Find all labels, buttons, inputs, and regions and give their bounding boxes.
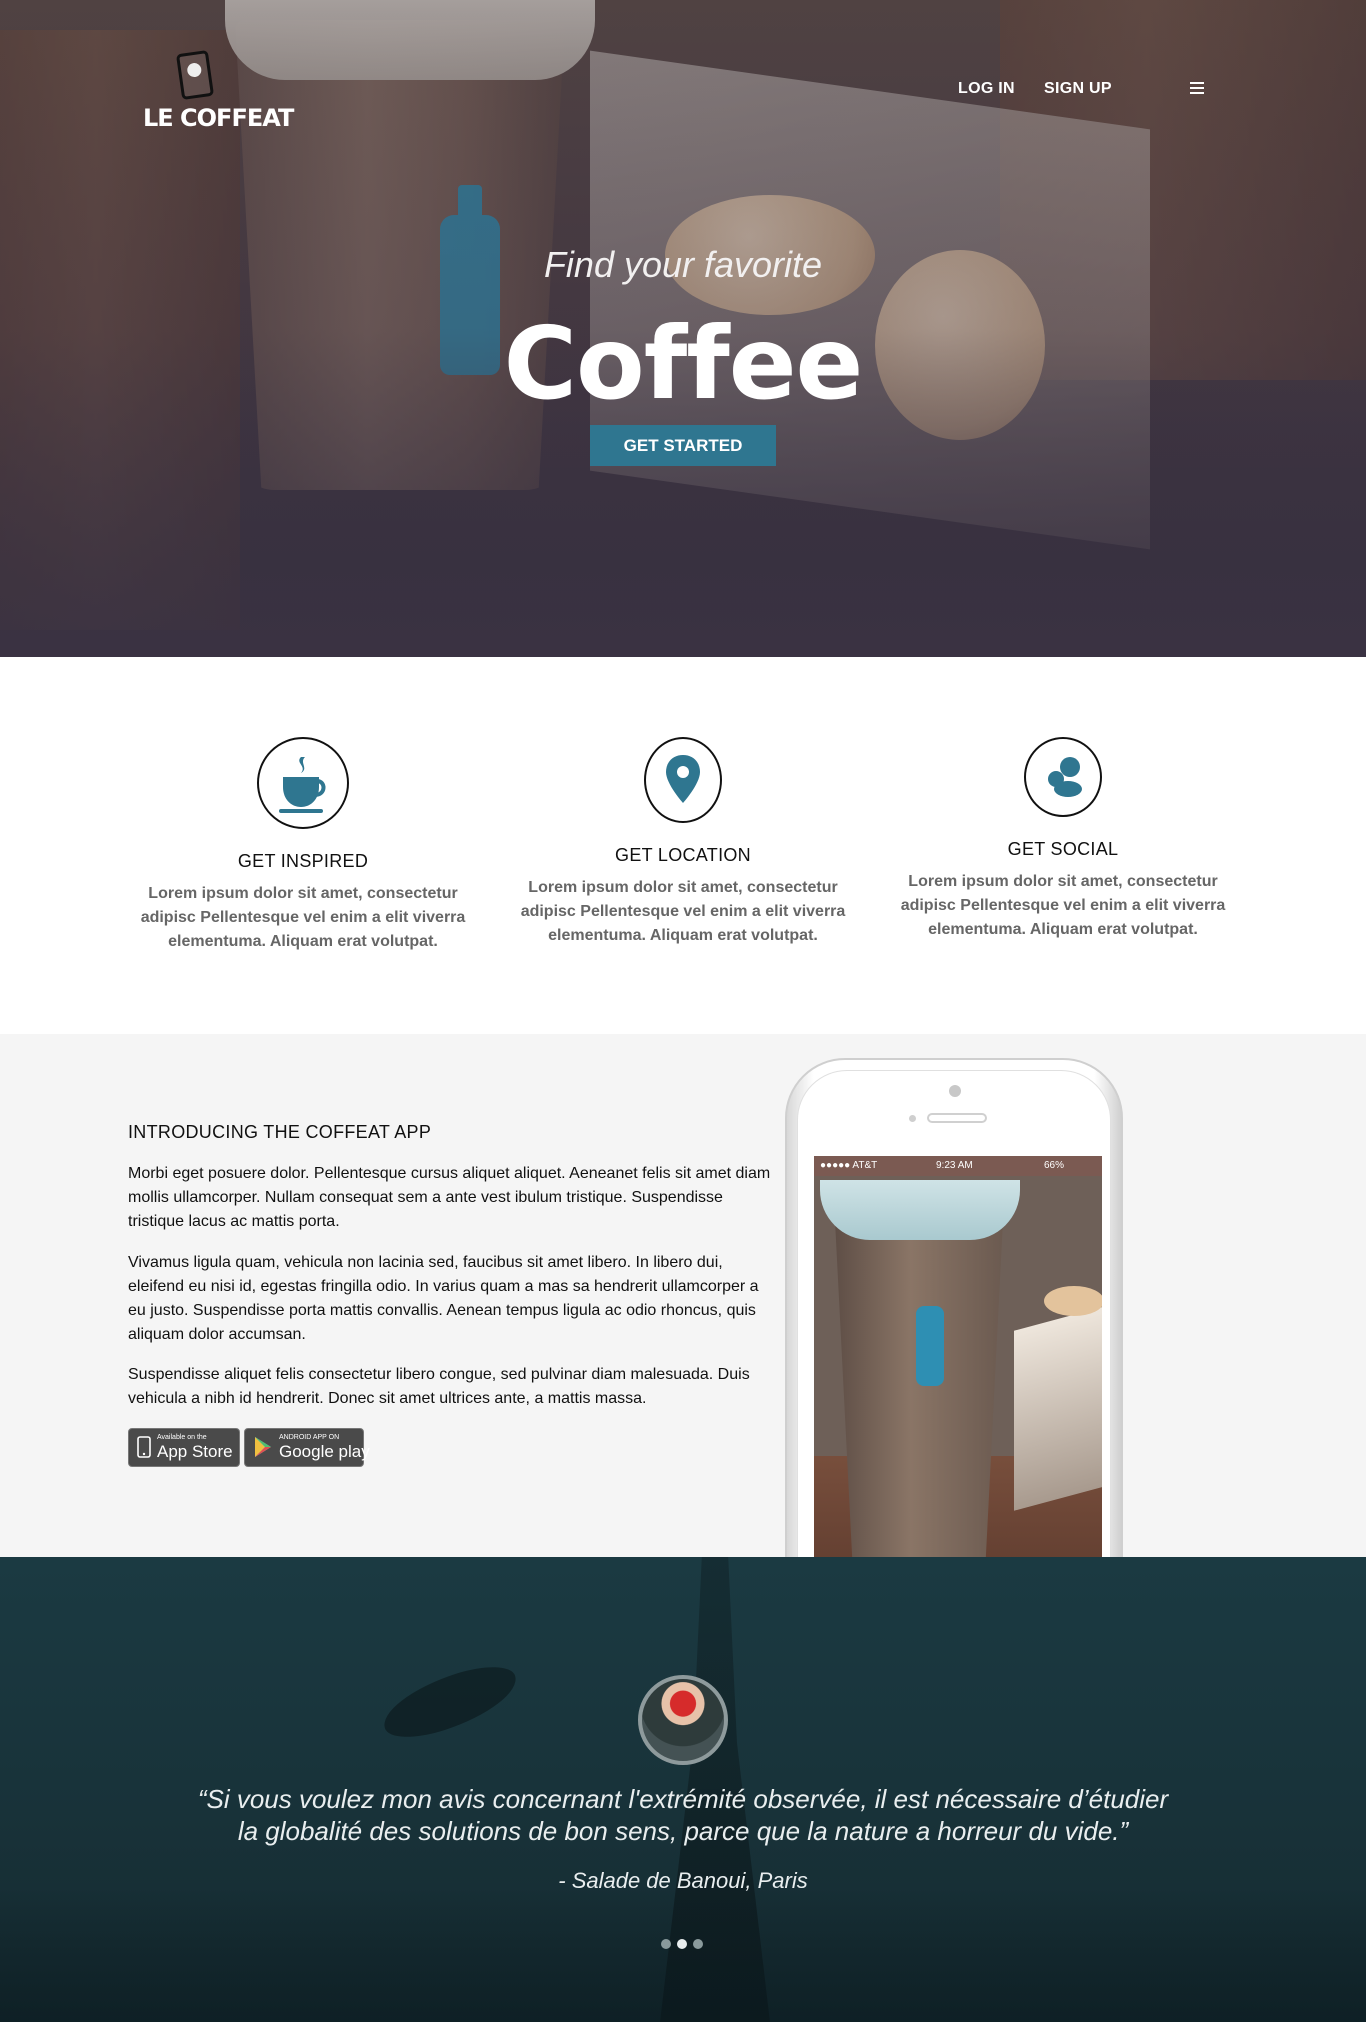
phone-sensor — [909, 1115, 916, 1122]
nav-signup-link[interactable]: SIGN UP — [1044, 80, 1112, 98]
carousel-dot-1[interactable] — [661, 1939, 671, 1949]
feature-social: GET SOCIAL Lorem ipsum dolor sit amet, c… — [883, 737, 1243, 942]
phone-camera — [949, 1085, 961, 1097]
hero-subtitle: Find your favorite — [543, 244, 823, 285]
google-play-small-label: ANDROID APP ON — [279, 1434, 340, 1441]
testimonial-author: - Salade de Banoui, Paris — [558, 1868, 808, 1893]
feature-title: GET LOCATION — [615, 845, 751, 865]
status-carrier: ●●●●● AT&T — [820, 1160, 878, 1171]
app-store-button[interactable]: Available on the App Store — [128, 1428, 240, 1467]
testimonial-quote: “Si vous voulez mon avis concernant l'ex… — [197, 1784, 1169, 1846]
feature-title: GET SOCIAL — [1007, 839, 1119, 859]
screen-bottle-logo — [916, 1306, 944, 1386]
app-paragraph: Suspendisse aliquet felis consectetur li… — [128, 1366, 750, 1407]
feature-location: GET LOCATION Lorem ipsum dolor sit amet,… — [503, 737, 863, 948]
features-section: GET INSPIRED Lorem ipsum dolor sit amet,… — [0, 657, 1366, 1034]
status-time: 9:23 AM — [936, 1160, 973, 1171]
background-bird — [375, 1656, 525, 1748]
testimonial-section: “Si vous voulez mon avis concernant l'ex… — [0, 1557, 1366, 2022]
get-started-button[interactable]: GET STARTED — [590, 425, 776, 466]
phone-speaker — [927, 1113, 987, 1123]
app-store-small-label: Available on the — [157, 1434, 207, 1441]
feature-title: GET INSPIRED — [237, 851, 369, 871]
screen-macaron — [1044, 1286, 1102, 1316]
app-paragraph: Vivamus ligula quam, vehicula non lacini… — [128, 1254, 759, 1343]
hamburger-icon[interactable] — [1190, 82, 1204, 94]
app-store-label: App Store — [157, 1442, 233, 1461]
app-heading: INTRODUCING THE COFFEAT APP — [128, 1122, 432, 1142]
nav-login-link[interactable]: LOG IN — [958, 80, 1015, 98]
location-pin-icon — [644, 737, 722, 823]
google-play-label: Google play — [279, 1442, 370, 1461]
hero-title: Coffee — [503, 305, 864, 422]
social-people-icon — [1024, 737, 1102, 817]
carousel-dot-3[interactable] — [693, 1939, 703, 1949]
phone-status-bar: ●●●●● AT&T 9:23 AM 66% — [814, 1156, 1102, 1176]
google-play-icon — [253, 1436, 273, 1464]
feature-text: Lorem ipsum dolor sit amet, consectetur … — [520, 879, 846, 944]
feature-text: Lorem ipsum dolor sit amet, consectetur … — [900, 873, 1226, 938]
screen-macaron-box — [1014, 1301, 1102, 1511]
phone-mockup: ●●●●● AT&T 9:23 AM 66% — [785, 1058, 1123, 1557]
screen-cup-lid — [820, 1180, 1020, 1240]
status-battery: 66% — [1044, 1160, 1065, 1171]
background-city — [0, 1887, 1366, 2022]
feature-inspired: GET INSPIRED Lorem ipsum dolor sit amet,… — [123, 737, 483, 954]
logo-text: LE COFFEAT — [143, 104, 294, 132]
phone-screen: ●●●●● AT&T 9:23 AM 66% — [814, 1156, 1102, 1557]
google-play-button[interactable]: ANDROID APP ON Google play — [244, 1428, 370, 1467]
app-section: INTRODUCING THE COFFEAT APP Morbi eget p… — [0, 1034, 1366, 1557]
app-paragraph: Morbi eget posuere dolor. Pellentesque c… — [128, 1165, 771, 1230]
hero-section: LE COFFEAT LOG IN SIGN UP Find your favo… — [0, 0, 1366, 657]
apple-icon — [137, 1436, 151, 1464]
site-logo[interactable]: LE COFFEAT — [143, 49, 294, 138]
coffee-cup-icon — [257, 737, 349, 829]
logo-phone-icon — [175, 49, 215, 101]
avatar — [638, 1675, 728, 1765]
carousel-dot-2[interactable] — [677, 1939, 687, 1949]
feature-text: Lorem ipsum dolor sit amet, consectetur … — [140, 885, 466, 950]
